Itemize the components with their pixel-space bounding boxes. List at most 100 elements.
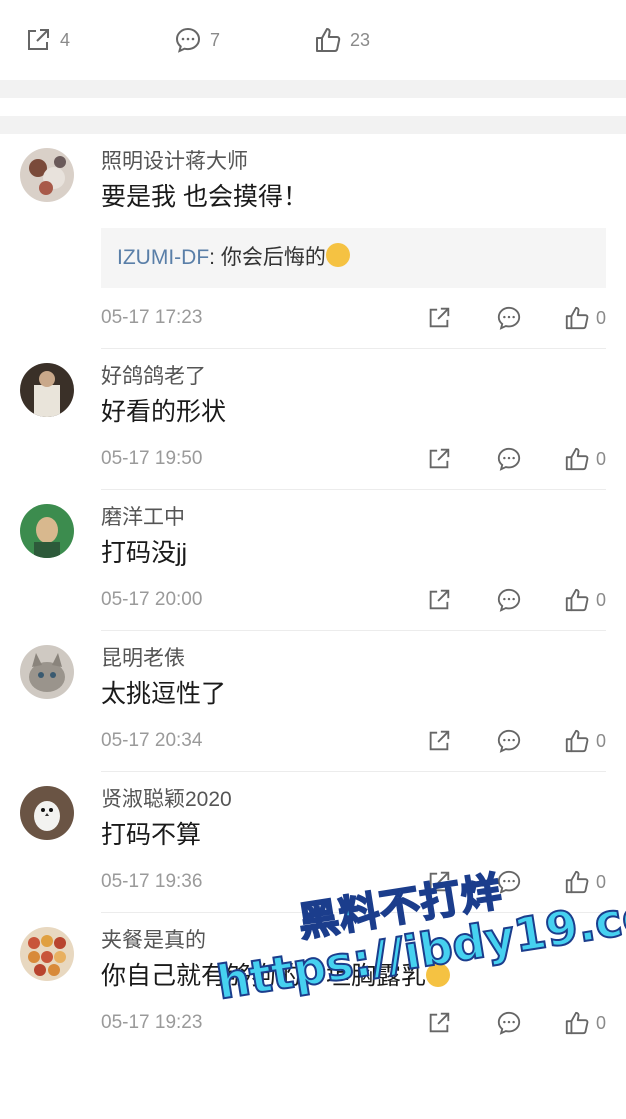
comment-like-count: 0 bbox=[595, 1012, 606, 1033]
comment-like-button[interactable]: 0 bbox=[564, 587, 606, 613]
reply-preview[interactable]: IZUMI-DF: 你会后悔的 bbox=[101, 228, 606, 288]
comment-share-button[interactable] bbox=[426, 587, 452, 613]
comment-reply-button[interactable] bbox=[496, 1010, 522, 1036]
avatar-image bbox=[20, 363, 74, 417]
comment-time: 05-17 20:00 bbox=[101, 589, 203, 610]
comment-share-button[interactable] bbox=[426, 869, 452, 895]
comment-item: 夹餐是真的 你自己就有够狗的，坦胸露乳 05-17 19:23 0 bbox=[0, 913, 626, 1053]
comment-icon bbox=[497, 588, 521, 612]
comment-meta: 05-17 20:00 0 bbox=[101, 582, 606, 618]
comment-meta: 05-17 17:23 0 bbox=[101, 300, 606, 336]
thumbs-up-icon bbox=[565, 306, 589, 330]
comment-username[interactable]: 昆明老俵 bbox=[101, 645, 606, 673]
comment-time: 05-17 17:23 bbox=[101, 307, 203, 328]
avatar-image bbox=[20, 148, 74, 202]
comment-item: 好鸽鸽老了 好看的形状 05-17 19:50 0 bbox=[0, 349, 626, 490]
avatar-image bbox=[20, 786, 74, 840]
like-button[interactable]: 23 bbox=[314, 26, 434, 54]
comment-text: 好看的形状 bbox=[101, 398, 227, 426]
thumbs-up-icon bbox=[565, 588, 589, 612]
comment-meta: 05-17 19:36 0 bbox=[101, 864, 606, 900]
section-spacer bbox=[0, 98, 626, 116]
comment-username[interactable]: 好鸽鸽老了 bbox=[101, 363, 606, 391]
share-icon bbox=[429, 871, 450, 892]
share-icon bbox=[429, 448, 450, 469]
laughing-emoji-icon bbox=[426, 963, 451, 987]
avatar[interactable] bbox=[20, 927, 74, 981]
comment-like-button[interactable]: 0 bbox=[564, 1010, 606, 1036]
share-icon bbox=[429, 307, 450, 328]
section-divider bbox=[0, 116, 626, 134]
avatar[interactable] bbox=[20, 504, 74, 558]
comment-item: 贤淑聪颖2020 打码不算 05-17 19:36 0 bbox=[0, 772, 626, 913]
reply-separator: : bbox=[209, 246, 221, 269]
avatar-image bbox=[20, 645, 74, 699]
comment-like-count: 0 bbox=[595, 730, 606, 751]
comment-icon bbox=[497, 1011, 521, 1035]
comment-like-button[interactable]: 0 bbox=[564, 305, 606, 331]
comment-share-button[interactable] bbox=[426, 728, 452, 754]
comment-time: 05-17 19:36 bbox=[101, 871, 203, 892]
avatar[interactable] bbox=[20, 645, 74, 699]
comment-time: 05-17 19:50 bbox=[101, 448, 203, 469]
comment-like-button[interactable]: 0 bbox=[564, 446, 606, 472]
comment-reply-button[interactable] bbox=[496, 446, 522, 472]
comment-icon bbox=[497, 306, 521, 330]
comment-list: 照明设计蒋大师 要是我 也会摸得！ IZUMI-DF: 你会后悔的 05-17 … bbox=[0, 134, 626, 1053]
post-action-bar: 4 7 23 bbox=[0, 0, 626, 80]
comment-reply-button[interactable] bbox=[496, 869, 522, 895]
share-button[interactable]: 4 bbox=[24, 26, 174, 54]
comment-item: 照明设计蒋大师 要是我 也会摸得！ IZUMI-DF: 你会后悔的 05-17 … bbox=[0, 134, 626, 349]
blush-emoji-icon bbox=[325, 243, 350, 267]
comment-username[interactable]: 夹餐是真的 bbox=[101, 927, 606, 955]
comment-item: 磨洋工中 打码没jj 05-17 20:00 0 bbox=[0, 490, 626, 631]
comment-reply-button[interactable] bbox=[496, 728, 522, 754]
comment-meta: 05-17 19:50 0 bbox=[101, 441, 606, 477]
comment-icon bbox=[497, 447, 521, 471]
comment-count: 7 bbox=[210, 29, 221, 50]
thumbs-up-icon bbox=[565, 447, 589, 471]
comment-like-count: 0 bbox=[595, 589, 606, 610]
share-count: 4 bbox=[60, 29, 71, 50]
comment-button[interactable]: 7 bbox=[174, 26, 314, 54]
share-icon bbox=[429, 1012, 450, 1033]
thumbs-up-icon bbox=[316, 28, 341, 52]
comment-like-count: 0 bbox=[595, 307, 606, 328]
comment-share-button[interactable] bbox=[426, 305, 452, 331]
reply-username[interactable]: IZUMI-DF bbox=[117, 246, 209, 269]
comment-like-count: 0 bbox=[595, 871, 606, 892]
avatar-image bbox=[20, 927, 74, 981]
avatar[interactable] bbox=[20, 148, 74, 202]
comment-reply-button[interactable] bbox=[496, 587, 522, 613]
thumbs-up-icon bbox=[565, 1011, 589, 1035]
comment-item: 昆明老俵 太挑逗性了 05-17 20:34 0 bbox=[0, 631, 626, 772]
comment-text-content: 你自己就有够狗的，坦胸露乳 bbox=[101, 962, 427, 990]
reply-text: 你会后悔的 bbox=[220, 246, 326, 269]
comment-meta: 05-17 20:34 0 bbox=[101, 723, 606, 759]
comment-icon bbox=[497, 870, 521, 894]
comment-username[interactable]: 贤淑聪颖2020 bbox=[101, 786, 606, 814]
comment-username[interactable]: 照明设计蒋大师 bbox=[101, 148, 606, 176]
comment-like-count: 0 bbox=[595, 448, 606, 469]
comment-share-button[interactable] bbox=[426, 1010, 452, 1036]
share-icon bbox=[429, 730, 450, 751]
section-divider bbox=[0, 80, 626, 98]
comment-text: 太挑逗性了 bbox=[101, 680, 227, 708]
avatar[interactable] bbox=[20, 363, 74, 417]
avatar[interactable] bbox=[20, 786, 74, 840]
comment-time: 05-17 20:34 bbox=[101, 730, 203, 751]
comment-meta: 05-17 19:23 0 bbox=[101, 1005, 606, 1041]
avatar-image bbox=[20, 504, 74, 558]
comment-text: 打码不算 bbox=[101, 821, 202, 849]
comment-like-button[interactable]: 0 bbox=[564, 728, 606, 754]
comment-like-button[interactable]: 0 bbox=[564, 869, 606, 895]
comment-username[interactable]: 磨洋工中 bbox=[101, 504, 606, 532]
comment-time: 05-17 19:23 bbox=[101, 1012, 203, 1033]
comment-text: 打码没jj bbox=[101, 539, 188, 567]
comment-share-button[interactable] bbox=[426, 446, 452, 472]
thumbs-up-icon bbox=[565, 729, 589, 753]
comment-icon bbox=[497, 729, 521, 753]
comment-reply-button[interactable] bbox=[496, 305, 522, 331]
share-icon bbox=[28, 29, 49, 50]
comment-icon bbox=[175, 27, 201, 53]
